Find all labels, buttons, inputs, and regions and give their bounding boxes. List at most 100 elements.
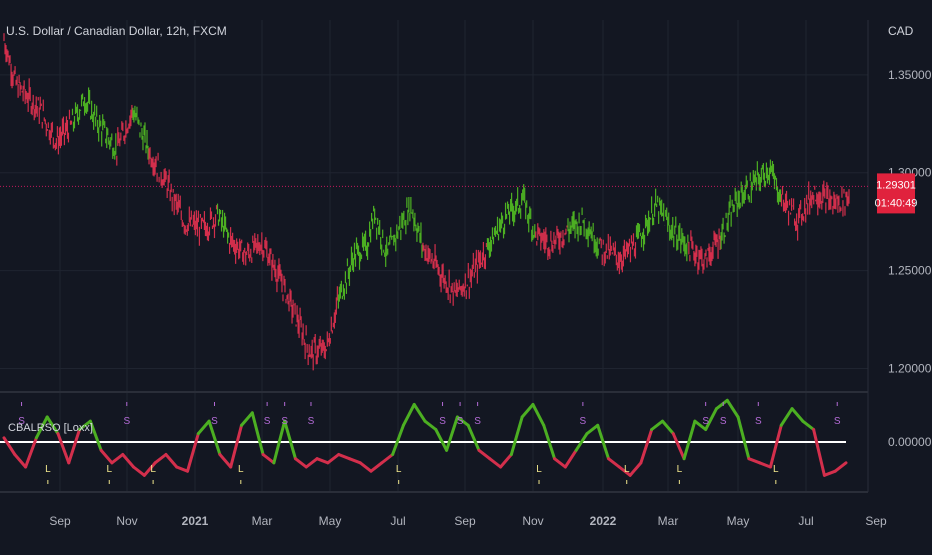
oscillator-segment [315,457,330,465]
oscillator-segment [531,403,546,427]
signal-s-label: S [308,416,315,427]
oscillator-title: CBALRSO [Loxx] [8,422,93,434]
y-tick-label: 1.25000 [888,264,932,278]
oscillator-segment [434,428,449,452]
oscillator-segment [67,428,82,465]
oscillator-segment [423,419,438,431]
signal-s-label: S [211,416,218,427]
oscillator-segment [13,453,28,469]
signal-s-label: S [755,416,762,427]
oscillator-segment [99,448,114,465]
signal-l-label: L [624,464,630,475]
x-tick-label: May [727,514,750,528]
oscillator-segment [293,457,308,469]
current-price-label: 1.29301 [876,179,916,191]
signal-l-label: L [396,464,402,475]
oscillator-segment [833,461,848,473]
countdown-label: 01:40:49 [875,197,918,209]
oscillator-segment [164,453,179,469]
oscillator-segment [412,403,427,423]
oscillator-segment [175,465,190,473]
oscillator-segment [509,415,524,456]
oscillator-segment [401,403,416,427]
oscillator-segment [801,419,816,431]
x-tick-label: 2021 [182,514,209,528]
signal-s-label: S [123,416,130,427]
signal-s-label: S [702,416,709,427]
signal-l-label: L [773,464,779,475]
oscillator-segment [736,415,751,461]
oscillator-segment [229,423,243,469]
x-tick-label: Mar [658,514,679,528]
osc-y-tick-label: 0.00000 [888,435,932,449]
x-tick-label: 2022 [590,514,617,528]
oscillator-segment [347,457,362,465]
chart-svg[interactable]: SL LSLSLS S SLS S SLSL LS S SLS Sep Nov 2021 Mar May… [0,0,932,550]
oscillator-segment [196,419,211,436]
oscillator-segment [779,407,794,427]
oscillator-segment [758,461,772,469]
oscillator-segment [607,457,621,469]
x-tick-label: Jul [390,514,405,528]
oscillator-segment [714,398,729,411]
oscillator-segment [2,436,17,456]
oscillator-segment [682,419,697,461]
x-tick-label: Jul [798,514,813,528]
oscillator-segment [380,453,395,465]
oscillator-segment [520,403,535,419]
oscillator-segment [121,453,136,469]
oscillator-segment [812,428,826,477]
oscillator-segment [585,423,600,436]
oscillator-segment [488,457,503,469]
oscillator-segment [747,457,762,465]
oscillator-segment [639,428,654,465]
signal-l-label: L [677,464,683,475]
y-tick-label: 1.20000 [888,362,932,376]
signal-s-label: S [580,416,587,427]
oscillator-segment [110,453,125,465]
oscillator-segment [153,453,168,465]
chart-container[interactable]: SLLSLSLSSSLSSSLSLLSSSLS Sep Nov 2021 Mar May… [0,0,932,550]
oscillator-segment [358,461,373,473]
x-tick-label: Mar [252,514,273,528]
oscillator-segment [768,423,783,469]
signal-s-label: S [474,416,481,427]
signal-l-label: L [536,464,542,475]
x-tick-label: Sep [454,514,476,528]
oscillator-segment [326,453,341,465]
oscillator-segment [671,432,686,461]
oscillator-segment [369,461,384,473]
signal-s-label: S [439,416,446,427]
oscillator-segment [822,469,837,477]
oscillator-segment [650,419,664,431]
oscillator-segment [132,465,146,477]
oscillator-segment [628,461,643,477]
signal-l-label: L [238,464,244,475]
x-tick-label: May [319,514,342,528]
x-tick-label: Nov [116,514,137,528]
signal-s-label: S [281,416,288,427]
x-tick-label: Sep [49,514,71,528]
signal-s-label: S [457,416,464,427]
oscillator-segment [499,453,513,469]
oscillator-segment [250,411,265,456]
x-tick-label: Sep [865,514,887,528]
oscillator-segment [466,423,481,452]
currency-label: CAD [888,24,914,38]
signal-l-label: L [150,464,156,475]
signal-s-label: S [834,416,841,427]
signal-s-label: S [264,416,271,427]
signal-l-label: L [106,464,112,475]
oscillator-segment [218,453,233,469]
y-tick-label: 1.35000 [888,68,932,82]
oscillator-segment [790,407,805,423]
oscillator-segment [304,457,319,469]
oscillator-segment [553,457,567,469]
symbol-title: U.S. Dollar / Canadian Dollar, 12h, FXCM [6,24,227,38]
signal-l-label: L [45,464,51,475]
oscillator-segment [563,448,578,469]
signal-s-label: S [720,416,727,427]
oscillator-segment [239,411,254,427]
oscillator-segment [477,448,492,461]
oscillator-segment [725,398,740,419]
